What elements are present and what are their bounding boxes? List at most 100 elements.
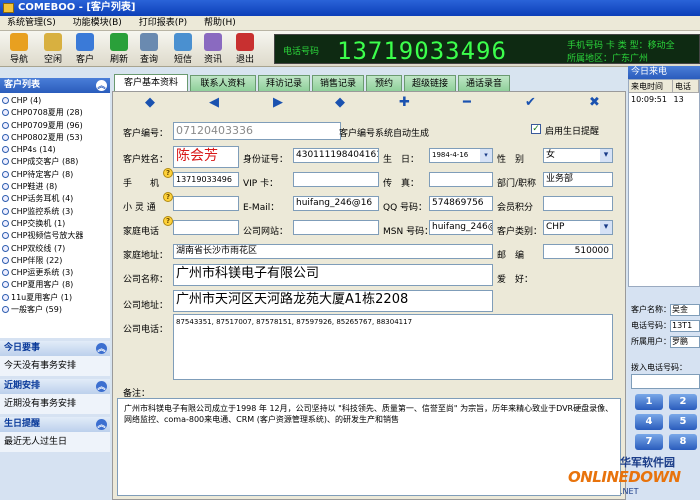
list-item[interactable]: CHP待定客户 (8) [2,169,110,181]
idcard-field[interactable]: 430111198404161 [293,148,379,163]
postcode-field[interactable]: 510000 [543,244,613,259]
mobile-label: 手 机 [123,179,160,189]
add-record-button[interactable]: ✚ [399,96,410,110]
customer-type-select[interactable]: CHP [543,220,613,235]
list-item[interactable]: CHP双绞线 (7) [2,243,110,255]
list-item[interactable]: CHP运更系统 (3) [2,267,110,279]
window-title: COMEBOO - [客户列表] [18,2,136,13]
dial-key-5[interactable]: 5 [669,414,697,430]
list-item[interactable]: CHP伴限 (22) [2,255,110,267]
toolbar-sms-button[interactable]: 短信 [168,33,198,65]
customer-list-header[interactable]: 客户列表 ︽ [0,78,110,93]
gender-select[interactable]: 女 [543,148,613,163]
list-item[interactable]: CHP鞋进 (8) [2,181,110,193]
delete-record-button[interactable]: ━ [463,96,471,110]
toolbar-news-button[interactable]: 资讯 [198,33,228,65]
menu-modules[interactable]: 功能模块(B) [66,16,129,31]
chevron-up-icon[interactable]: ︽ [96,80,107,91]
dept-field[interactable]: 业务部 [543,172,613,187]
menu-print[interactable]: 打印报表(P) [132,16,194,31]
list-item[interactable]: CHP (4) [2,95,110,107]
prev-record-button[interactable]: ◀ [209,96,219,110]
toolbar-exit-button[interactable]: 退出 [230,33,260,65]
tab-hyperlinks[interactable]: 超级链接 [404,75,456,91]
tab-visits[interactable]: 拜访记录 [258,75,310,91]
today-calls-header: 今日来电 [628,66,700,79]
cancel-record-button[interactable]: ✖ [589,96,600,110]
tab-appointments[interactable]: 预约 [366,75,402,91]
first-record-button[interactable]: ◆ [145,96,155,110]
phone-icon [174,33,192,51]
list-item[interactable]: CHP监控系统 (3) [2,206,110,218]
list-item[interactable]: CHP视频信号放大器 [2,230,110,242]
qq-field[interactable]: 574869756 [429,196,493,211]
caller-phone-field[interactable]: 13T1 [670,320,700,332]
chevron-up-icon[interactable]: ︽ [96,419,107,430]
tab-call-recordings[interactable]: 通话录音 [458,75,510,91]
list-item[interactable]: CHP交换机 (1) [2,218,110,230]
home-address-field[interactable]: 湖南省长沙市雨花区 [173,244,493,259]
dial-input[interactable] [631,374,700,389]
list-item[interactable]: CHP0708夏用 (28) [2,107,110,119]
tab-contacts[interactable]: 联系人资料 [190,75,256,91]
tab-basic-info[interactable]: 客户基本资料 [114,74,188,91]
toolbar-refresh-button[interactable]: 刷新 [104,33,134,65]
dial-key-1[interactable]: 1 [635,394,663,410]
dial-key-7[interactable]: 7 [635,434,663,450]
exit-icon [236,33,254,51]
birthday-reminder-label: 启用生日提醒 [545,127,600,137]
list-item[interactable]: CHP4s (14) [2,144,110,156]
caller-name-field[interactable]: 吴金 [670,304,700,316]
toolbar-nav-button[interactable]: 导航 [4,33,34,65]
recent-schedule-header[interactable]: 近期安排 ︽ [0,379,110,394]
customer-id-field[interactable]: 07120403336 [173,122,341,140]
list-item[interactable]: 一般客户 (59) [2,304,110,316]
list-item[interactable]: CHP0802夏用 (53) [2,132,110,144]
name-field[interactable]: 陈会芳 [173,146,239,168]
list-item[interactable]: CHP夏用客户 (8) [2,279,110,291]
vip-field[interactable] [293,172,379,187]
list-item[interactable]: CHP0709夏用 (96) [2,120,110,132]
email-field[interactable]: huifang_246@16 [293,196,379,211]
tab-sales[interactable]: 销售记录 [312,75,364,91]
remark-field[interactable]: 广州市科镁电子有限公司成立于1998 年 12月，公司坚持以 "科技领先、质量第… [117,398,621,496]
list-item[interactable]: CHP话务耳机 (4) [2,193,110,205]
company-phone-field[interactable]: 87543351, 87517007, 87578151, 87597926, … [173,314,613,380]
birthday-header[interactable]: 生日提醒 ︽ [0,417,110,432]
chevron-up-icon[interactable]: ︽ [96,343,107,354]
left-panel: 客户列表 ︽ CHP (4) CHP0708夏用 (28) CHP0709夏用 … [0,78,110,500]
save-record-button[interactable]: ✔ [525,96,536,110]
xlt-field[interactable] [173,196,239,211]
mobile-field[interactable]: 13719033496 [173,172,239,187]
dial-key-4[interactable]: 4 [635,414,663,430]
company-address-field[interactable]: 广州市天河区天河路龙苑大厦A1栋2208 [173,290,493,312]
next-record-button[interactable]: ▶ [273,96,283,110]
menu-help[interactable]: 帮助(H) [197,16,243,31]
toolbar-search-button[interactable]: 查询 [134,33,164,65]
radio-icon [2,146,9,154]
col-call-time[interactable]: 来电时间 [629,80,673,93]
website-field[interactable] [293,220,379,235]
points-field[interactable] [543,196,613,211]
caller-user-field[interactable]: 罗鹏 [670,336,700,348]
toolbar-customer-button[interactable]: 客户 [70,33,100,65]
last-record-button[interactable]: ◆ [335,96,345,110]
list-item[interactable]: 11u夏用客户 (1) [2,292,110,304]
fax-field[interactable] [429,172,493,187]
list-item[interactable]: CHP成交客户 (88) [2,156,110,168]
chevron-up-icon[interactable]: ︽ [96,381,107,392]
dial-key-8[interactable]: 8 [669,434,697,450]
msn-field[interactable]: huifang_246@ [429,220,493,235]
table-row[interactable]: 10:09:51 13 [631,95,684,104]
birthday-reminder-checkbox[interactable]: ✓ [531,124,541,134]
home-phone-field[interactable] [173,220,239,235]
company-name-field[interactable]: 广州市科镁电子有限公司 [173,264,493,286]
radio-icon [2,109,9,117]
today-events-header[interactable]: 今日要事 ︽ [0,341,110,356]
col-call-phone[interactable]: 电话 [673,80,699,93]
menu-system[interactable]: 系统管理(S) [0,16,63,31]
dial-key-2[interactable]: 2 [669,394,697,410]
radio-icon [2,306,9,314]
birthday-picker[interactable]: 1984-4-16 [429,148,493,163]
toolbar-idle-button[interactable]: 空闲 [38,33,68,65]
